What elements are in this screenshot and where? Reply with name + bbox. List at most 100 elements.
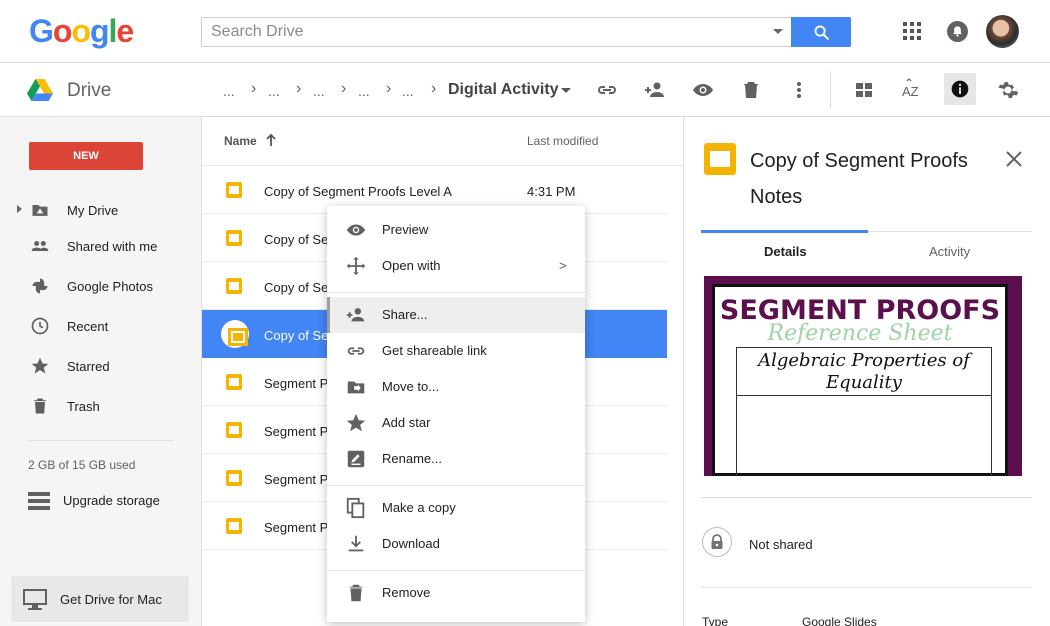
sidebar-item-starred[interactable]: Starred	[0, 348, 202, 384]
search-button[interactable]	[791, 17, 851, 47]
breadcrumb-item[interactable]: ...	[268, 83, 280, 99]
search-options-icon[interactable]	[773, 29, 783, 34]
preview-box: Algebraic Properties of Equality	[736, 347, 992, 476]
link-icon[interactable]	[595, 78, 619, 102]
menu-item-rename[interactable]: Rename...	[327, 441, 585, 477]
file-preview[interactable]: SEGMENT PROOFS Reference Sheet Algebraic…	[704, 276, 1022, 476]
settings-icon[interactable]	[996, 78, 1020, 102]
menu-item-label: Move to...	[382, 379, 440, 394]
drive-logo-icon[interactable]	[27, 79, 53, 101]
expand-caret-icon[interactable]	[17, 205, 22, 213]
notifications-icon[interactable]	[947, 21, 968, 42]
more-vert-icon[interactable]	[787, 78, 811, 102]
menu-item-download[interactable]: Download	[327, 526, 585, 562]
my-drive-icon	[32, 205, 48, 216]
menu-item-get-link[interactable]: Get shareable link	[327, 333, 585, 369]
close-icon[interactable]	[1004, 149, 1024, 169]
menu-item-label: Open with	[382, 258, 441, 273]
star-icon	[31, 357, 49, 374]
breadcrumb-item[interactable]: ...	[358, 83, 370, 99]
slides-icon	[226, 278, 242, 294]
sidebar-item-my-drive[interactable]: My Drive	[0, 192, 202, 228]
menu-item-share[interactable]: Share...	[327, 297, 585, 333]
slides-icon	[704, 143, 736, 175]
preview-box-title: Algebraic Properties of Equality	[758, 350, 970, 393]
breadcrumb-separator-icon: ›	[386, 80, 392, 97]
get-drive-button[interactable]: Get Drive for Mac	[11, 576, 189, 622]
file-name: Segment P	[264, 520, 329, 535]
link-icon	[347, 347, 365, 355]
menu-item-make-copy[interactable]: Make a copy	[327, 490, 585, 526]
sidebar-item-trash[interactable]: Trash	[0, 388, 202, 424]
column-header-modified[interactable]: Last modified	[527, 134, 598, 148]
logo-letter: l	[108, 13, 118, 49]
search-bar	[201, 17, 851, 47]
folder-menu-chevron-down-icon[interactable]	[561, 88, 571, 93]
menu-item-label: Preview	[382, 222, 429, 237]
menu-divider	[327, 292, 585, 293]
column-header-name[interactable]: Name	[224, 133, 276, 148]
menu-item-preview[interactable]: Preview	[327, 212, 585, 248]
slides-icon	[221, 320, 249, 348]
drive-title[interactable]: Drive	[67, 80, 111, 102]
tab-details[interactable]: Details	[764, 244, 807, 259]
apps-icon[interactable]	[903, 22, 923, 42]
file-name: Segment P	[264, 472, 329, 487]
new-button[interactable]: NEW	[29, 142, 143, 170]
details-title: Copy of Segment Proofs Notes	[750, 150, 968, 208]
search-icon	[814, 25, 829, 40]
svg-text:AZ: AZ	[902, 84, 919, 99]
menu-item-move-to[interactable]: Move to...	[327, 369, 585, 405]
type-value: Google Slides	[802, 615, 877, 626]
slides-icon	[226, 470, 242, 486]
slides-icon	[226, 230, 242, 246]
current-folder[interactable]: Digital Activity	[448, 81, 559, 99]
menu-item-open-with[interactable]: Open with >	[327, 248, 585, 284]
sidebar-item-recent[interactable]: Recent	[0, 308, 202, 344]
file-name: Segment P	[264, 424, 329, 439]
menu-item-remove[interactable]: Remove	[327, 575, 585, 611]
avatar[interactable]	[986, 15, 1019, 48]
breadcrumb-item[interactable]: ...	[223, 83, 235, 99]
file-name: Copy of Segment Proofs Level A	[264, 184, 452, 199]
sidebar-item-shared[interactable]: Shared with me	[0, 228, 202, 264]
breadcrumb-item[interactable]: ...	[402, 83, 414, 99]
menu-item-label: Make a copy	[382, 500, 456, 515]
tab-activity[interactable]: Activity	[929, 244, 970, 259]
rename-icon	[347, 450, 365, 468]
storage-icon	[28, 492, 50, 510]
sidebar-item-label: Shared with me	[67, 239, 158, 254]
eye-icon[interactable]	[691, 78, 715, 102]
shared-icon	[31, 241, 49, 251]
add-person-icon[interactable]	[643, 78, 667, 102]
file-name: Copy of Se	[264, 232, 329, 247]
slides-icon	[226, 422, 242, 438]
file-modified: 4:31 PM	[527, 184, 576, 199]
grid-view-icon[interactable]	[852, 78, 876, 102]
get-drive-label: Get Drive for Mac	[60, 592, 162, 607]
drive-toolbar: Drive ... › ... › ... › ... › ... › Digi…	[0, 63, 1050, 117]
trash-icon[interactable]	[739, 78, 763, 102]
sidebar-item-label: Trash	[67, 399, 100, 414]
search-input[interactable]	[201, 17, 791, 47]
google-logo[interactable]: Google	[29, 13, 134, 50]
menu-item-label: Remove	[382, 585, 431, 600]
breadcrumb-item[interactable]: ...	[313, 83, 325, 99]
share-status: Not shared	[749, 537, 813, 552]
details-panel: Copy of Segment Proofs Notes Details Act…	[683, 117, 1050, 626]
logo-letter: G	[29, 13, 54, 49]
upgrade-storage-label: Upgrade storage	[63, 493, 160, 508]
file-name: Copy of Se	[264, 328, 329, 343]
menu-item-add-star[interactable]: Add star	[327, 405, 585, 441]
info-button[interactable]	[944, 73, 976, 105]
slides-icon	[226, 518, 242, 534]
logo-letter: g	[89, 13, 110, 49]
top-bar: Google	[0, 0, 1050, 63]
upgrade-storage-link[interactable]: Upgrade storage	[28, 490, 188, 514]
breadcrumb-separator-icon: ›	[431, 80, 437, 97]
menu-divider	[327, 485, 585, 486]
sort-az-icon[interactable]: AZ	[900, 78, 924, 102]
submenu-chevron-right-icon: >	[559, 258, 567, 273]
sidebar-item-photos[interactable]: Google Photos	[0, 268, 202, 304]
eye-icon	[346, 224, 366, 236]
